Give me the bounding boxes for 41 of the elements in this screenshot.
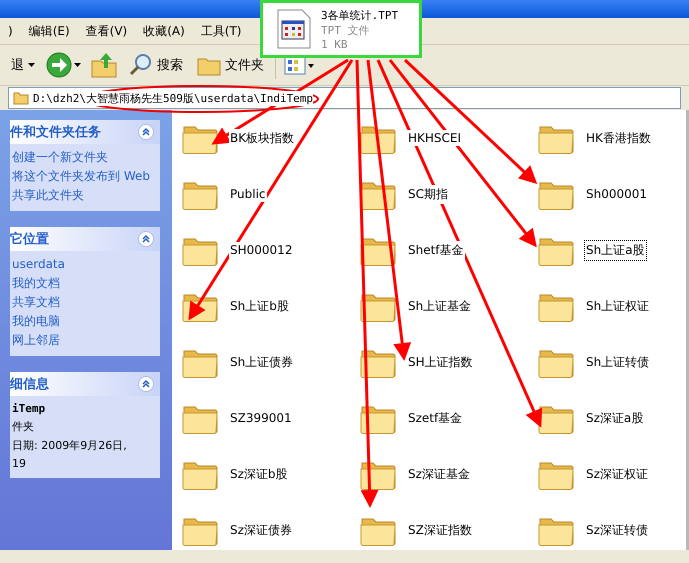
panel-link[interactable]: 共享文档 (12, 295, 156, 310)
folder-label[interactable]: HKHSCEI (407, 130, 462, 146)
folders-button[interactable]: 文件夹 (194, 52, 267, 78)
menu-item[interactable]: 工具(T) (200, 22, 242, 40)
folder-label[interactable]: Shetf基金 (407, 240, 465, 260)
folder-label[interactable]: SH000012 (229, 242, 294, 258)
panel-link[interactable]: 我的电脑 (12, 314, 156, 329)
panel-title: 件和文件夹任务 (10, 124, 101, 141)
panel-link[interactable]: 我的文档 (12, 276, 156, 291)
menu-item[interactable]: ) (8, 24, 13, 38)
template-file-icon (277, 9, 311, 49)
panel-title: 细信息 (10, 376, 49, 393)
caret-icon (28, 63, 35, 67)
forward-icon[interactable] (46, 52, 82, 78)
folder-up-icon[interactable] (90, 51, 118, 79)
menu-item[interactable]: 收藏(A) (143, 22, 185, 40)
collapse-icon[interactable] (138, 124, 154, 140)
search-button[interactable]: 搜索 (126, 51, 186, 79)
detail-text: 19 (12, 457, 27, 470)
panel-link[interactable]: 共享此文件夹 (12, 188, 156, 203)
file-type: TPT 文件 (321, 22, 370, 38)
detail-text: 日期: 2009年9月26日, (12, 438, 128, 453)
folder-icon (13, 91, 29, 105)
menu-item[interactable]: 查看(V) (86, 22, 128, 40)
search-icon (129, 53, 153, 77)
panel-link[interactable]: 网上邻居 (12, 333, 156, 348)
address-field[interactable]: D:\dzh2\大智慧雨杨先生509版\userdata\IndiTemp (8, 87, 681, 109)
detail-text: iTemp (12, 402, 46, 415)
panel-title: 它位置 (10, 230, 49, 248)
detail-text: 件夹 (12, 419, 35, 434)
folder-label[interactable]: SC期指 (407, 184, 449, 204)
panel-link[interactable]: 将这个文件夹发布到 Web (12, 169, 156, 184)
panel-link[interactable]: 创建一个新文件夹 (12, 150, 156, 165)
panel-link[interactable]: userdata (12, 257, 156, 272)
collapse-icon[interactable] (138, 376, 154, 392)
file-name: 3各单统计.TPT (321, 8, 398, 22)
menu-item[interactable]: 编辑(E) (28, 22, 70, 40)
folder-label[interactable]: Public (229, 186, 267, 202)
back-button[interactable]: 退 (8, 54, 38, 76)
collapse-icon[interactable] (138, 231, 154, 247)
file-size: 1 KB (321, 38, 348, 50)
